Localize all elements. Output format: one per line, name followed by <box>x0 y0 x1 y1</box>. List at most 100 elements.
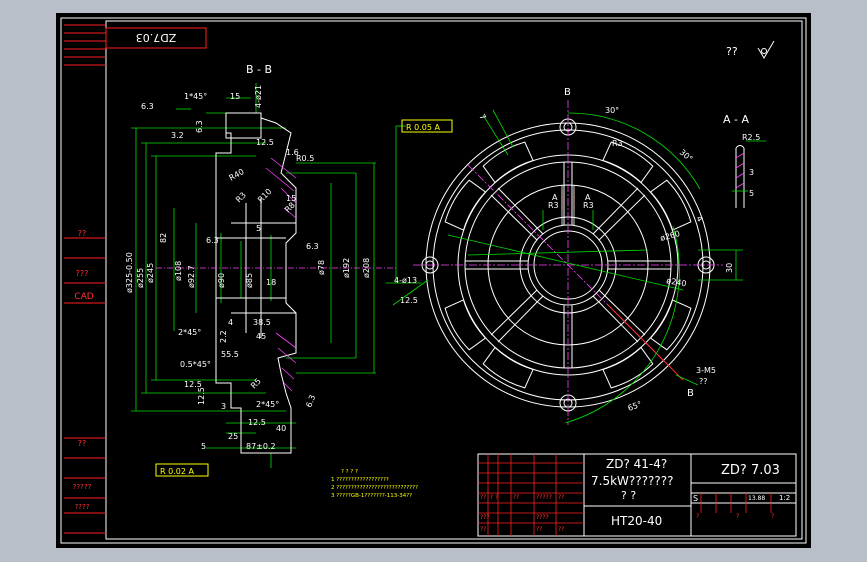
tb-scale: 1:2 <box>779 494 790 502</box>
dim-927: ø92.7 <box>187 265 196 288</box>
ang30b: 30° <box>678 148 695 164</box>
section-aa-hatch <box>735 152 745 189</box>
svg-text:?: ? <box>736 513 739 520</box>
aa-d3: 3 <box>749 168 754 177</box>
dim-r3: R3 <box>234 191 248 205</box>
product-line3: ? ? <box>621 489 636 502</box>
svg-text:R 0.05 A: R 0.05 A <box>406 123 440 132</box>
dim-325: ø325-0.50 <box>125 252 134 293</box>
dim-63c-right: 6.3 <box>306 242 319 251</box>
dim-22: 2.2 <box>219 330 228 343</box>
dim-63d: 6.3 <box>304 394 317 409</box>
dim-r05: R0.5 <box>296 154 314 163</box>
technical-notes: ? ? ? ? 1 ?????????????????? 2 ?????????… <box>331 469 418 499</box>
a-right: A <box>585 193 591 202</box>
rotated-code: ZD7.03 <box>136 31 177 44</box>
dim-90: ø90 <box>217 273 226 288</box>
cad-drawing-canvas[interactable]: ?? ??? CAD ?? ????? ???? ZD7.03 ?? B - B <box>56 13 811 548</box>
rough-63-top: 6.3 <box>141 102 154 111</box>
dim-555: 55.5 <box>221 350 239 359</box>
tb-s: S <box>693 494 698 503</box>
a-left: A <box>552 193 558 202</box>
svg-text:2 ????????????????????????????: 2 ???????????????????????????? <box>331 485 418 491</box>
dim-385: 38.5 <box>253 318 271 327</box>
dim-m5: 3-M5 <box>696 366 716 375</box>
rough-32: 3.2 <box>171 131 184 140</box>
strip-label-5: ???? <box>75 503 90 511</box>
svg-text:??: ?? <box>480 526 486 533</box>
svg-text:? ?: ? ? <box>490 494 498 501</box>
drawing-number: ZD? 7.03 <box>721 463 780 478</box>
dim-192: ø192 <box>342 258 351 278</box>
section-aa-label: A - A <box>723 113 749 126</box>
section-bb-label: B - B <box>246 63 272 76</box>
strip-label-3: ?? <box>78 439 87 448</box>
dim-125d: 12.5 <box>248 418 266 427</box>
view-marker-b-bottom: B <box>687 388 694 399</box>
dim-40: 40 <box>276 424 286 433</box>
dim-82: 82 <box>159 233 168 243</box>
product-line2: 7.5kW??????? <box>591 474 673 488</box>
svg-text:???: ??? <box>480 514 490 521</box>
drawing-svg: ?? ??? CAD ?? ????? ???? ZD7.03 ?? B - B <box>60 17 807 544</box>
r3c: R3 <box>583 201 594 210</box>
dim-255: ø255 <box>136 268 145 288</box>
dim-r40: R40 <box>228 167 246 183</box>
section-aa-dims <box>732 140 766 192</box>
section-aa-view <box>735 145 745 208</box>
dim-125e: 12.5 <box>400 296 418 305</box>
dim-25: 25 <box>228 432 238 441</box>
dim-260: ø260 <box>659 229 681 243</box>
inner-frame <box>105 20 803 540</box>
dim-5b: 5 <box>201 442 206 451</box>
svg-text:1 ??????????????????: 1 ?????????????????? <box>331 477 389 483</box>
rough-63b: 6.3 <box>195 120 204 133</box>
strip-label-1: ?? <box>78 229 87 238</box>
dim-30: 30 <box>725 263 734 273</box>
dim-45: 45 <box>256 332 266 341</box>
svg-text:? ? ? ?: ? ? ? ? <box>341 469 358 475</box>
svg-text:????: ???? <box>536 514 549 521</box>
dim-78: ø78 <box>317 260 326 275</box>
dim-q: ?? <box>699 377 708 386</box>
roughness-note: ?? <box>726 45 738 58</box>
dim-r5: R5 <box>249 377 263 391</box>
left-strip <box>64 24 106 534</box>
svg-text:??: ?? <box>480 494 486 501</box>
r3b: R3 <box>548 201 559 210</box>
dim-r10: R10 <box>256 187 274 205</box>
view-marker-b: B <box>564 87 571 98</box>
svg-text:?: ? <box>771 513 774 520</box>
svg-text:??: ?? <box>558 526 564 533</box>
dim-chamfer05: 0.5*45° <box>180 360 211 369</box>
tb-scale-num: 13.88 <box>748 495 765 502</box>
tolerance-top: R 0.05 A <box>401 119 453 133</box>
svg-text:?????: ????? <box>536 494 552 501</box>
dim-4-21: 4-ø21 <box>254 85 263 108</box>
dim-85: ø85 <box>245 273 254 288</box>
roughness-circle-icon <box>761 48 767 54</box>
dim-4-13: 4-ø13 <box>394 276 417 285</box>
dim-125c: 12.5 <box>197 387 206 405</box>
r3a: R3 <box>612 139 623 148</box>
ang65: 65° <box>627 400 643 413</box>
svg-text:??: ?? <box>536 526 542 533</box>
dim-chamfer-top: 1*45° <box>184 92 207 101</box>
tolerance-bottom: R 0.02 A <box>155 463 209 477</box>
section-bb-view: 1*45° 15 4-ø21 6.3 3.2 6.3 12.5 1.6 R0.5… <box>125 83 421 468</box>
dim-15: 15 <box>230 92 240 101</box>
svg-text:??: ?? <box>558 494 564 501</box>
dim-87: 87±0.2 <box>246 442 276 451</box>
dim-18: 18 <box>266 278 276 287</box>
dim-5: 5 <box>256 224 261 233</box>
strip-label-cad: CAD <box>74 292 93 302</box>
dim-245: ø245 <box>146 263 155 283</box>
dim-3: 3 <box>221 402 226 411</box>
svg-text:?: ? <box>696 513 699 520</box>
dim-63c: 6.3 <box>206 236 219 245</box>
strip-label-2: ??? <box>76 269 89 278</box>
dim-208: ø208 <box>362 258 371 278</box>
dim-125: 12.5 <box>256 138 274 147</box>
aa-d5: 5 <box>749 189 754 198</box>
dim-4: 4 <box>228 318 233 327</box>
